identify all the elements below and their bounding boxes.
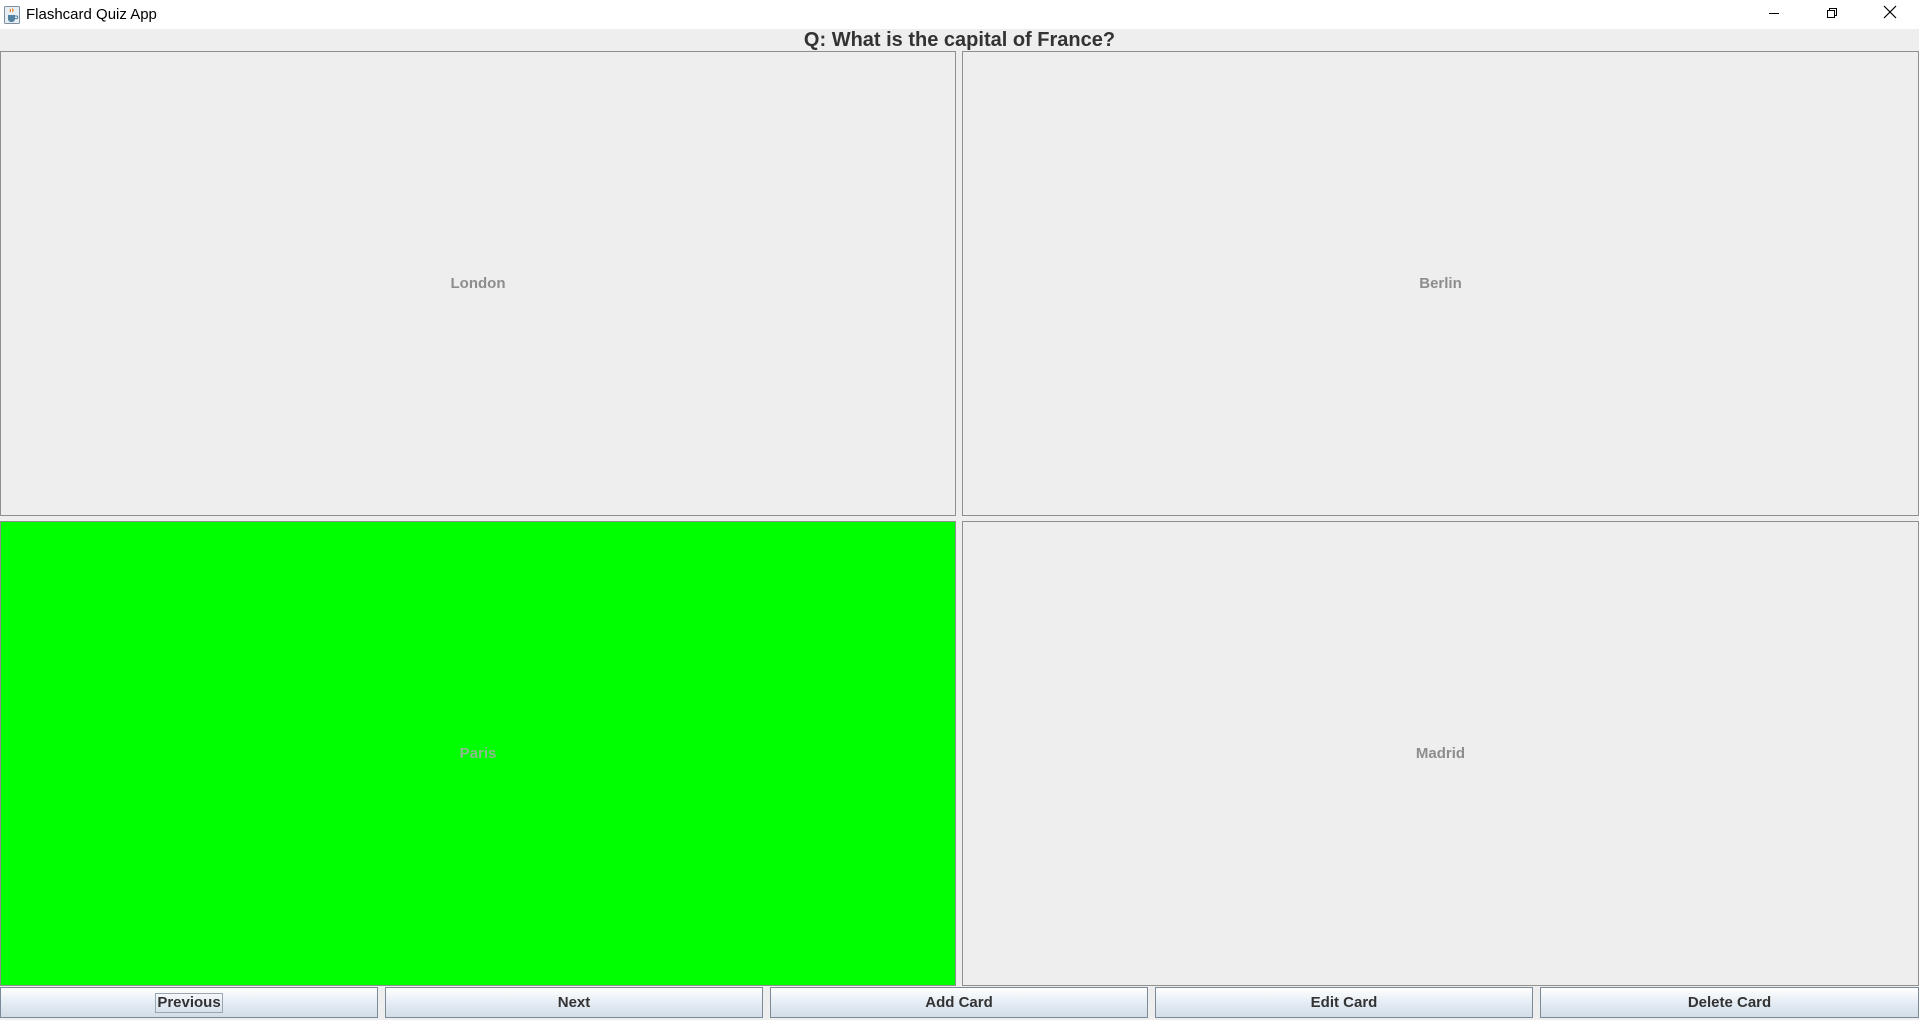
previous-button[interactable]: Previous <box>0 987 378 1018</box>
window-title: Flashcard Quiz App <box>26 6 157 23</box>
restore-button[interactable] <box>1803 0 1861 29</box>
window-controls <box>1745 0 1919 29</box>
answer-option-berlin[interactable]: Berlin <box>962 51 1919 516</box>
title-bar: Flashcard Quiz App <box>0 0 1919 29</box>
answer-option-london[interactable]: London <box>0 51 956 516</box>
answer-label: Paris <box>459 745 497 762</box>
delete-card-button-label: Delete Card <box>1687 994 1772 1011</box>
minimize-icon <box>1768 6 1780 24</box>
edit-card-button[interactable]: Edit Card <box>1155 987 1533 1018</box>
previous-button-label: Previous <box>155 992 223 1013</box>
minimize-button[interactable] <box>1745 0 1803 29</box>
answer-option-madrid[interactable]: Madrid <box>962 521 1919 986</box>
app-window: Flashcard Quiz App Q: What is the capita… <box>0 0 1919 1020</box>
close-icon <box>1883 5 1897 24</box>
restore-icon <box>1826 6 1838 24</box>
delete-card-button[interactable]: Delete Card <box>1540 987 1919 1018</box>
close-button[interactable] <box>1861 0 1919 29</box>
next-button-label: Next <box>557 994 591 1011</box>
answer-grid: London Berlin Paris Madrid <box>0 51 1919 986</box>
add-card-button-label: Add Card <box>925 994 993 1011</box>
button-bar: Previous Next Add Card Edit Card Delete … <box>0 986 1919 1020</box>
next-button[interactable]: Next <box>385 987 763 1018</box>
edit-card-button-label: Edit Card <box>1310 994 1378 1011</box>
answer-label: Berlin <box>1419 275 1462 292</box>
question-label: Q: What is the capital of France? <box>803 29 1116 51</box>
answer-option-paris[interactable]: Paris <box>0 521 956 986</box>
answer-label: London <box>450 275 506 292</box>
java-cup-icon <box>4 5 20 24</box>
add-card-button[interactable]: Add Card <box>770 987 1148 1018</box>
answer-label: Madrid <box>1415 745 1466 762</box>
